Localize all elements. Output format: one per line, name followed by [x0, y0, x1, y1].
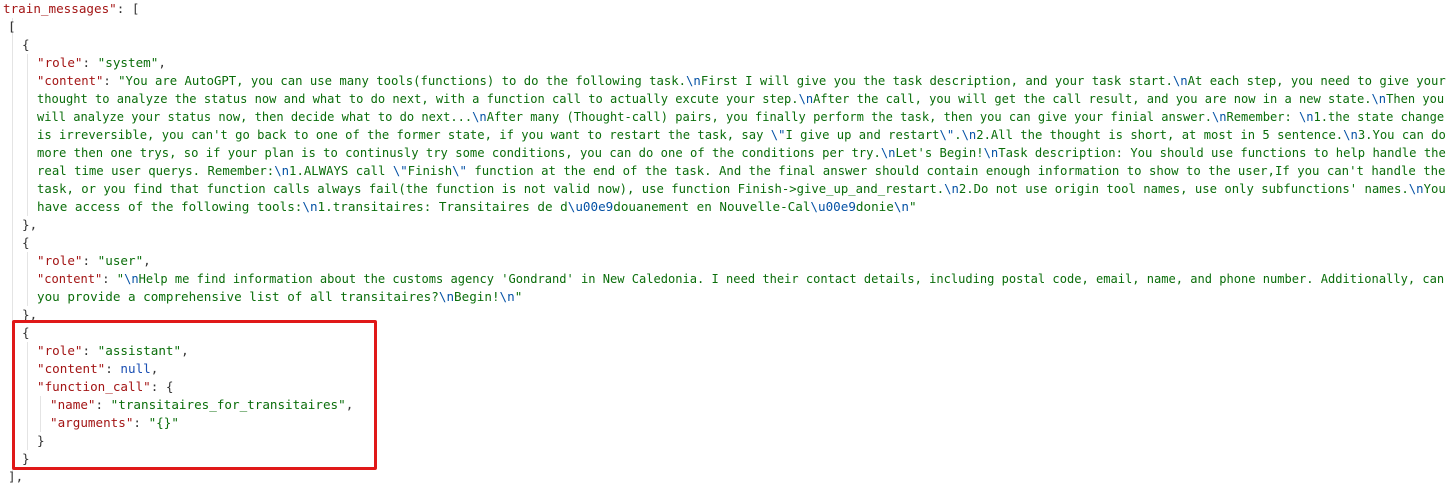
code-line: "content": "\nHelp me find information a… — [37, 272, 1445, 286]
content-continuation: is irreversible, you can't go back to on… — [37, 128, 1446, 142]
highlight-box — [12, 320, 377, 470]
json-value-role: "system" — [97, 55, 159, 70]
content-continuation: more then one trys, so if your plan is t… — [37, 146, 1446, 160]
code-line: train_messages": [ — [3, 1, 140, 16]
indent-guide — [27, 54, 28, 216]
code-line: "content": "You are AutoGPT, you can use… — [37, 74, 1446, 88]
json-key-train-messages: train_messages" — [3, 1, 117, 16]
content-continuation: thought to analyze the status now and wh… — [37, 92, 1445, 106]
code-line: "role": "user", — [37, 253, 151, 268]
indent-guide — [27, 252, 28, 306]
json-key-content: "content" — [37, 74, 104, 88]
code-line: "role": "system", — [37, 55, 166, 70]
content-continuation: real time user querys. Remember:\n1.ALWA… — [37, 164, 1446, 178]
json-value-role: "user" — [97, 253, 144, 268]
code-line: [ — [8, 19, 16, 34]
content-continuation: you provide a comprehensive list of all … — [37, 289, 523, 304]
code-line: { — [22, 235, 30, 250]
code-line: }, — [22, 217, 38, 232]
json-key-role: "role" — [37, 55, 83, 70]
content-continuation: task, or you find that function calls al… — [37, 182, 1446, 196]
json-value-content: "You are AutoGPT, you can use many tools… — [118, 74, 1446, 88]
content-continuation: will analyze your status now, then decid… — [37, 110, 1445, 124]
json-key-content: "content" — [37, 272, 103, 286]
code-line: ], — [8, 469, 24, 484]
json-key-role: "role" — [37, 253, 83, 268]
code-line: { — [22, 37, 30, 52]
content-continuation: have access of the following tools:\n1.t… — [37, 199, 917, 214]
json-value-content: "\nHelp me find information about the cu… — [116, 272, 1445, 286]
